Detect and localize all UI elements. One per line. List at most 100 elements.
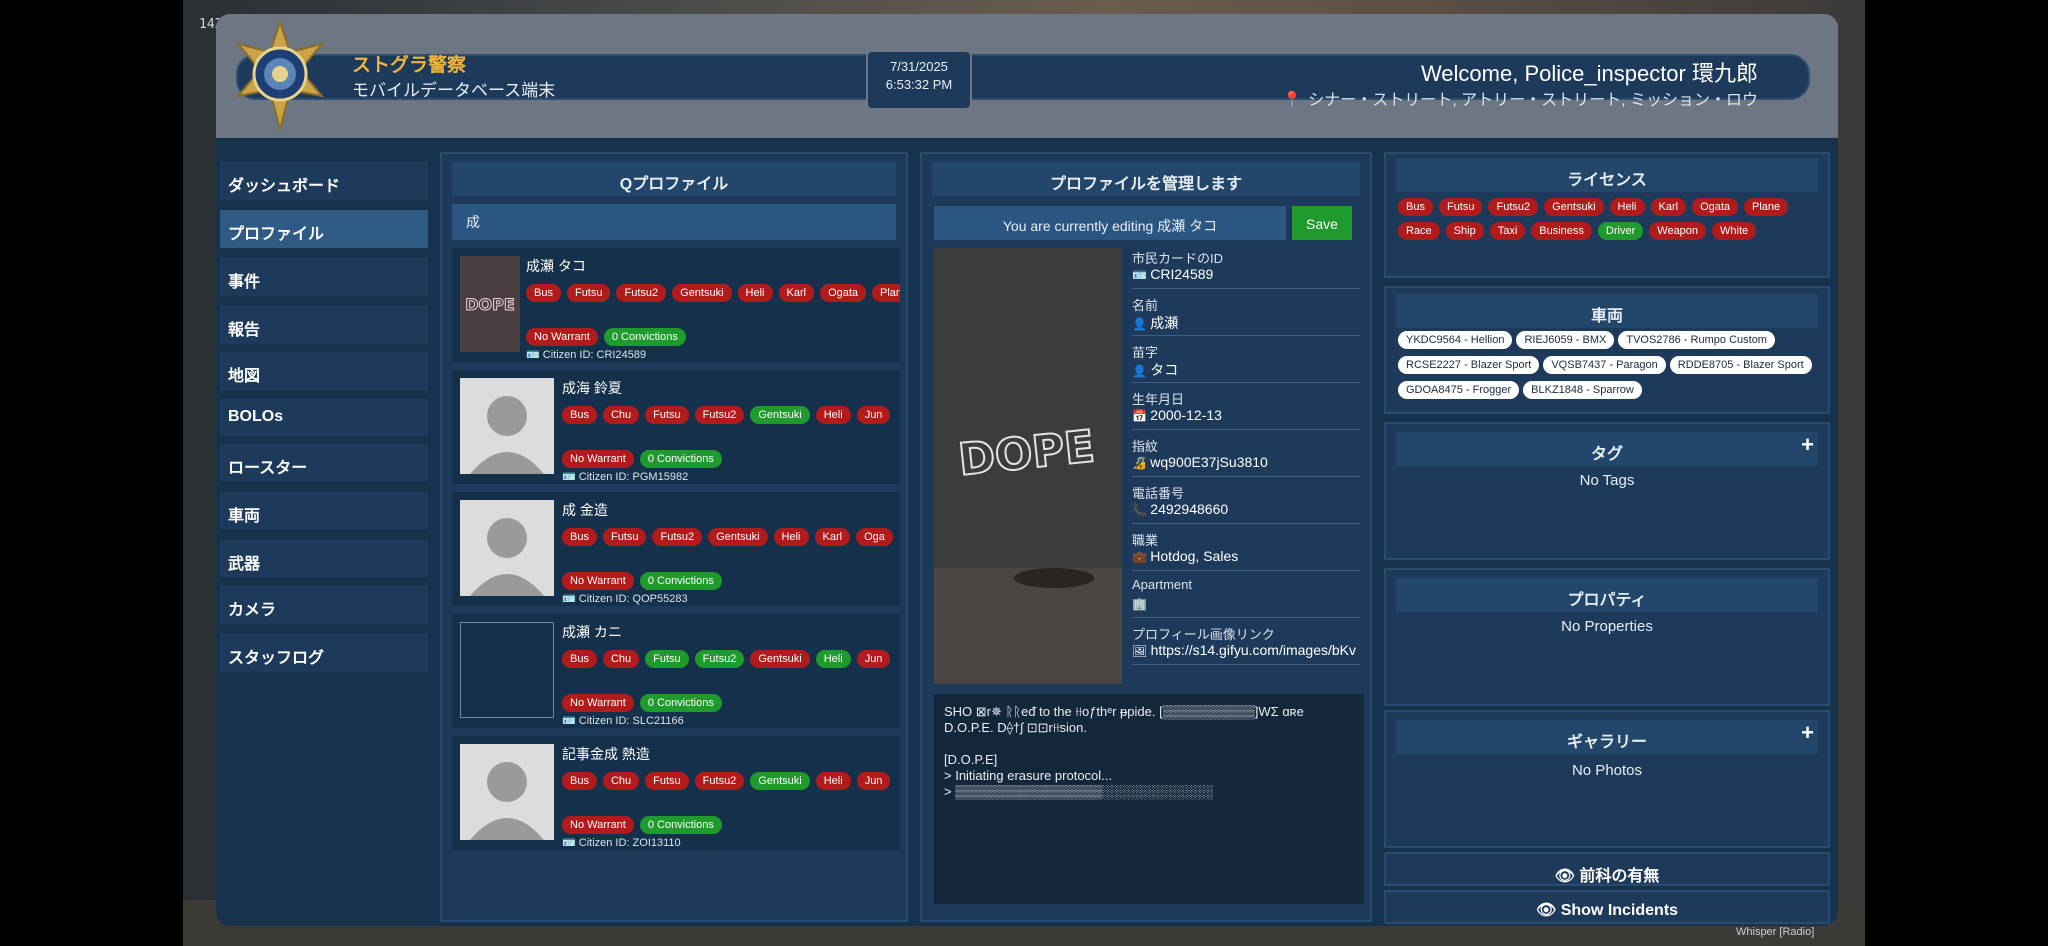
license-toggle[interactable]: Weapon (1649, 222, 1707, 240)
license-pill: Gentsuki (750, 772, 810, 790)
field-value[interactable]: 📅 2000-12-13 (1132, 407, 1222, 423)
license-toggle[interactable]: White (1712, 222, 1757, 240)
profile-result-photo: DOPE (460, 256, 520, 352)
vehicle-chip[interactable]: RIEJ6059 - BMX (1516, 331, 1615, 349)
sidebar-item-roster[interactable]: ロースター (220, 444, 428, 484)
field-label: 職業 (1132, 533, 1159, 548)
profile-photo[interactable]: DOPE (934, 248, 1122, 684)
vehicle-chip[interactable]: YKDC9564 - Hellion (1398, 331, 1513, 349)
license-pill: Futsu (645, 772, 689, 790)
criminal-record-button[interactable]: 👁 前科の有無 (1384, 852, 1830, 886)
profile-notes[interactable]: SHO ⊠r✵ ᚱᚱeᵭ to the ⟊⟊oƒthᵉr ᵽpide. [▒▒▒… (934, 694, 1364, 904)
field-value[interactable]: 🖼 https://s14.gifyu.com/images/bKv (1132, 642, 1356, 658)
sidebar-item-map[interactable]: 地図 (220, 352, 428, 392)
gallery-empty: No Photos (1571, 762, 1643, 779)
tags-panel: タグ + No Tags (1384, 422, 1830, 560)
sidebar-item-bolos[interactable]: BOLOs (220, 398, 428, 438)
license-pill: Jun (856, 406, 891, 424)
profile-result-card[interactable]: 成瀬 カニ Bus Chu Futsu Futsu2 Gentsuki Heli Jun No … (452, 614, 900, 728)
sidebar-item-vehicles[interactable]: 車両 (220, 492, 428, 532)
license-toggle[interactable]: Ogata (1692, 198, 1739, 216)
vehicle-chip[interactable]: VQSB7437 - Paragon (1543, 356, 1666, 374)
add-tag-button[interactable]: + (1801, 432, 1814, 458)
license-pill: Chu (602, 772, 640, 790)
license-pill: Bus (562, 650, 597, 668)
profile-result-card[interactable]: 成海 鈴夏 Bus Chu Futsu Futsu2 Gentsuki Heli Jun No … (452, 370, 900, 484)
properties-panel: プロパティ No Properties (1384, 568, 1830, 706)
sidebar-item-staff-log[interactable]: スタッフログ (220, 634, 428, 674)
sidebar-item-dashboard[interactable]: ダッシュボード (220, 162, 428, 202)
profiles-panel: Qプロファイル DOPE 成瀬 タコ Bus Futsu Futsu2 Gentsuki H… (440, 152, 908, 922)
user-icon: 👤 (1132, 317, 1151, 331)
citizen-id-label: 🪪 Citizen ID: QOP55283 (562, 593, 688, 605)
field-divider (1132, 523, 1360, 524)
license-toggle[interactable]: Futsu (1438, 198, 1483, 216)
eye-icon: 👁 (1535, 902, 1561, 919)
show-incidents-button[interactable]: 👁 Show Incidents (1384, 890, 1830, 924)
sidebar-item-profiles[interactable]: プロファイル (220, 210, 428, 250)
profile-result-card[interactable]: 成 金造 Bus Futsu Futsu2 Gentsuki Heli Karl Oga No … (452, 492, 900, 606)
license-pill: Futsu (566, 284, 611, 302)
convictions-badge: 0 Convictions (639, 694, 722, 712)
field-label: 指紋 (1132, 439, 1159, 454)
field-divider (1132, 570, 1360, 571)
field-divider (1132, 382, 1360, 383)
vehicle-chip[interactable]: GDOA8475 - Frogger (1398, 381, 1520, 399)
license-toggle[interactable]: Driver (1597, 222, 1644, 240)
profile-search-input[interactable] (452, 204, 896, 240)
citizen-id-label: 🪪 Citizen ID: PGM15982 (562, 471, 689, 483)
content-area: ダッシュボード プロファイル 事件 報告 地図 BOLOs ロースター 車両 武… (216, 138, 1838, 926)
field-divider (1132, 429, 1360, 430)
add-photo-button[interactable]: + (1801, 720, 1814, 746)
license-toggle[interactable]: Karl (1650, 198, 1687, 216)
field-value[interactable]: 🪪 CRI24589 (1132, 266, 1213, 282)
sidebar-item-weapons[interactable]: 武器 (220, 540, 428, 580)
field-value[interactable]: 🔏 wq900E37jSu3810 (1132, 454, 1268, 470)
vehicles-panel: 車両 YKDC9564 - Hellion RIEJ6059 - BMX TVOS2… (1384, 286, 1830, 414)
license-pill: Ogata (820, 284, 867, 302)
license-toggle[interactable]: Plane (1744, 198, 1789, 216)
profile-result-card[interactable]: 記事金成 熱造 Bus Chu Futsu Futsu2 Gentsuki Heli Jun N… (452, 736, 900, 850)
profile-result-name: 成 金造 (562, 502, 608, 518)
license-toggle[interactable]: Gentsuki (1544, 198, 1604, 216)
field-label: プロフィール画像リンク (1132, 627, 1275, 642)
field-value-text: wq900E37jSu3810 (1150, 454, 1268, 470)
manage-profile-panel: プロファイルを管理します You are currently editing 成… (920, 152, 1372, 922)
field-value[interactable]: 🏢 (1132, 595, 1147, 611)
date-label: 7/31/2025 (890, 59, 948, 74)
image-icon: 🖼 (1132, 644, 1151, 658)
vehicle-chip[interactable]: RCSE2227 - Blazer Sport (1398, 356, 1540, 374)
license-pill: Karl (814, 528, 851, 546)
field-value[interactable]: 📞 2492948660 (1132, 501, 1228, 517)
vehicle-chip[interactable]: RDDE8705 - Blazer Sport (1669, 356, 1812, 374)
profile-result-photo (460, 744, 554, 840)
license-toggle[interactable]: Race (1398, 222, 1440, 240)
convictions-badge: 0 Convictions (639, 816, 722, 834)
license-list: Bus Futsu Futsu2 Gentsuki Heli Karl Ogata Plane… (1398, 198, 1818, 246)
license-pill: Heli (815, 772, 851, 790)
field-value[interactable]: 👤 成瀬 (1132, 313, 1178, 333)
footer-actions: 👁 前科の有無 👁 Show Incidents (1384, 852, 1830, 926)
license-toggle[interactable]: Ship (1445, 222, 1484, 240)
field-value[interactable]: 👤 タコ (1132, 360, 1178, 380)
save-button[interactable]: Save (1292, 206, 1352, 240)
sidebar-item-incidents[interactable]: 事件 (220, 258, 428, 298)
welcome-text: Welcome, Police_inspector 環九郎 (1420, 61, 1758, 86)
license-toggle[interactable]: Bus (1398, 198, 1433, 216)
license-toggle[interactable]: Taxi (1489, 222, 1526, 240)
mdt-tablet: ストグラ警察 モバイルデータベース端末 7/31/2025 6:53:32 PM… (216, 14, 1838, 926)
properties-title: プロパティ (1396, 578, 1818, 612)
license-toggle[interactable]: Business (1531, 222, 1592, 240)
field-value[interactable]: 💼 Hotdog, Sales (1132, 548, 1238, 564)
id-card-icon: 🪪 (1132, 268, 1151, 282)
eye-icon: 👁 (1554, 868, 1580, 885)
license-toggle[interactable]: Heli (1609, 198, 1645, 216)
sidebar-item-reports[interactable]: 報告 (220, 306, 428, 346)
license-toggle[interactable]: Futsu2 (1488, 198, 1539, 216)
license-pill: Jun (856, 772, 891, 790)
sidebar-item-cameras[interactable]: カメラ (220, 586, 428, 626)
vehicle-chip[interactable]: BLKZ1848 - Sparrow (1523, 381, 1642, 399)
profile-result-card[interactable]: DOPE 成瀬 タコ Bus Futsu Futsu2 Gentsuki Heli Karl O… (452, 248, 900, 362)
vehicle-chip[interactable]: TVOS2786 - Rumpo Custom (1618, 331, 1775, 349)
license-pill: Futsu2 (616, 284, 667, 302)
